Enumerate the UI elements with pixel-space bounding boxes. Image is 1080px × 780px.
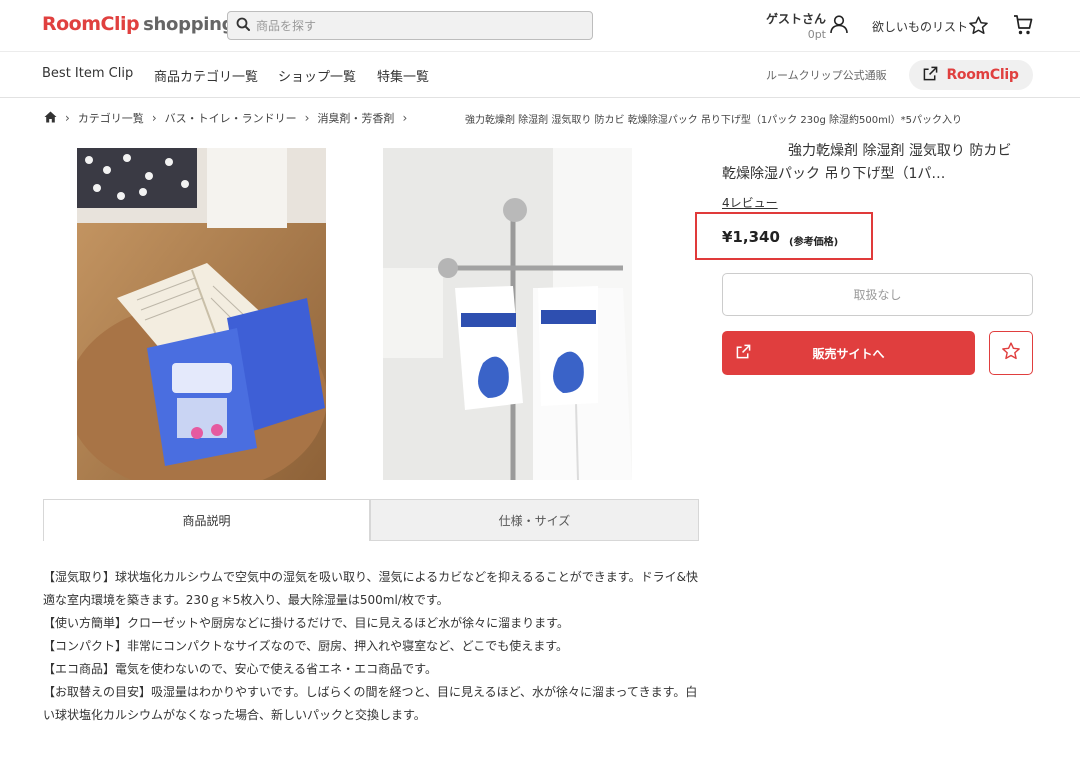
tab-description[interactable]: 商品説明	[43, 499, 370, 541]
chevron-right-icon: ›	[304, 111, 310, 125]
price-note: (参考価格)	[789, 237, 839, 248]
search-input[interactable]	[256, 18, 576, 33]
user-points: 0pt	[807, 28, 826, 41]
external-link-icon	[736, 344, 751, 362]
unavailable-button[interactable]: 取扱なし	[722, 273, 1033, 316]
breadcrumb-item[interactable]: バス・トイレ・ランドリー	[165, 110, 297, 126]
user-icon[interactable]	[829, 14, 849, 38]
user-name: ゲストさん	[766, 12, 827, 26]
search-box[interactable]	[227, 11, 593, 40]
tab-specs[interactable]: 仕様・サイズ	[370, 499, 699, 541]
product-description: 【湿気取り】球状塩化カルシウムで空気中の湿気を吸い取り、湿気によるカビなどを抑え…	[43, 566, 703, 727]
chevron-right-icon: ›	[151, 111, 157, 125]
roomclip-button[interactable]: RoomClip	[909, 60, 1033, 90]
logo-sub: shopping	[143, 14, 235, 35]
external-link-icon	[923, 66, 938, 85]
wishlist-link[interactable]: 欲しいものリスト	[872, 18, 968, 35]
roomclip-button-label: RoomClip	[946, 67, 1019, 83]
logo-main: RoomClip	[42, 13, 140, 35]
nav-shops[interactable]: ショップ一覧	[278, 66, 356, 85]
description-paragraph: 【湿気取り】球状塩化カルシウムで空気中の湿気を吸い取り、湿気によるカビなどを抑え…	[43, 570, 698, 607]
product-price: ¥1,340	[722, 228, 780, 246]
cart-icon[interactable]	[1013, 14, 1033, 40]
main-nav: Best Item Clip 商品カテゴリ一覧 ショップ一覧 特集一覧 ルームク…	[0, 52, 1080, 98]
product-tabs: 商品説明 仕様・サイズ	[43, 499, 699, 541]
description-paragraph: 【コンパクト】非常にコンパクトなサイズなので、厨房、押入れや寝室など、どこでも使…	[43, 639, 569, 653]
product-photo-2[interactable]	[383, 148, 632, 480]
nav-best-item-clip[interactable]: Best Item Clip	[42, 66, 133, 81]
description-paragraph: 【使い方簡単】クローゼットや厨房などに掛けるだけで、目に見えるほど水が徐々に溜ま…	[43, 616, 569, 630]
chevron-right-icon: ›	[402, 111, 408, 125]
product-title: 強力乾燥剤 除湿剤 湿気取り 防カビ 乾燥除湿パック 吊り下げ型（1パ…	[722, 143, 1012, 182]
top-header: RoomClip shopping ゲストさん 0pt 欲しいものリスト	[0, 0, 1080, 52]
reviews-link[interactable]: 4レビュー	[722, 194, 778, 211]
breadcrumb: › カテゴリ一覧 › バス・トイレ・ランドリー › 消臭剤・芳香剤 ›	[44, 110, 415, 126]
roomclip-shopping-logo[interactable]: RoomClip shopping	[42, 13, 235, 37]
official-store-link[interactable]: ルームクリップ公式通販	[766, 67, 887, 83]
nav-features[interactable]: 特集一覧	[377, 66, 429, 85]
product-photo-1[interactable]	[77, 148, 326, 480]
description-paragraph: 【お取替えの目安】吸湿量はわかりやすいです。しばらくの間を経つと、目に見えるほど…	[43, 685, 698, 722]
breadcrumb-item[interactable]: カテゴリ一覧	[78, 110, 144, 126]
nav-categories[interactable]: 商品カテゴリ一覧	[154, 66, 258, 85]
favorite-button[interactable]	[989, 331, 1033, 375]
search-icon	[236, 16, 250, 35]
star-icon	[1001, 341, 1021, 365]
star-icon[interactable]	[968, 15, 989, 40]
chevron-right-icon: ›	[65, 111, 70, 125]
description-paragraph: 【エコ商品】電気を使わないので、安心で使える省エネ・エコ商品です。	[43, 662, 437, 676]
sale-site-label: 販売サイトへ	[812, 346, 885, 361]
breadcrumb-current: 強力乾燥剤 除湿剤 湿気取り 防カビ 乾燥除湿パック 吊り下げ型（1パック 23…	[465, 115, 963, 126]
home-icon[interactable]	[44, 111, 57, 126]
breadcrumb-item[interactable]: 消臭剤・芳香剤	[317, 110, 394, 126]
sale-site-button[interactable]: 販売サイトへ	[722, 331, 975, 375]
user-info[interactable]: ゲストさん 0pt	[766, 10, 826, 41]
